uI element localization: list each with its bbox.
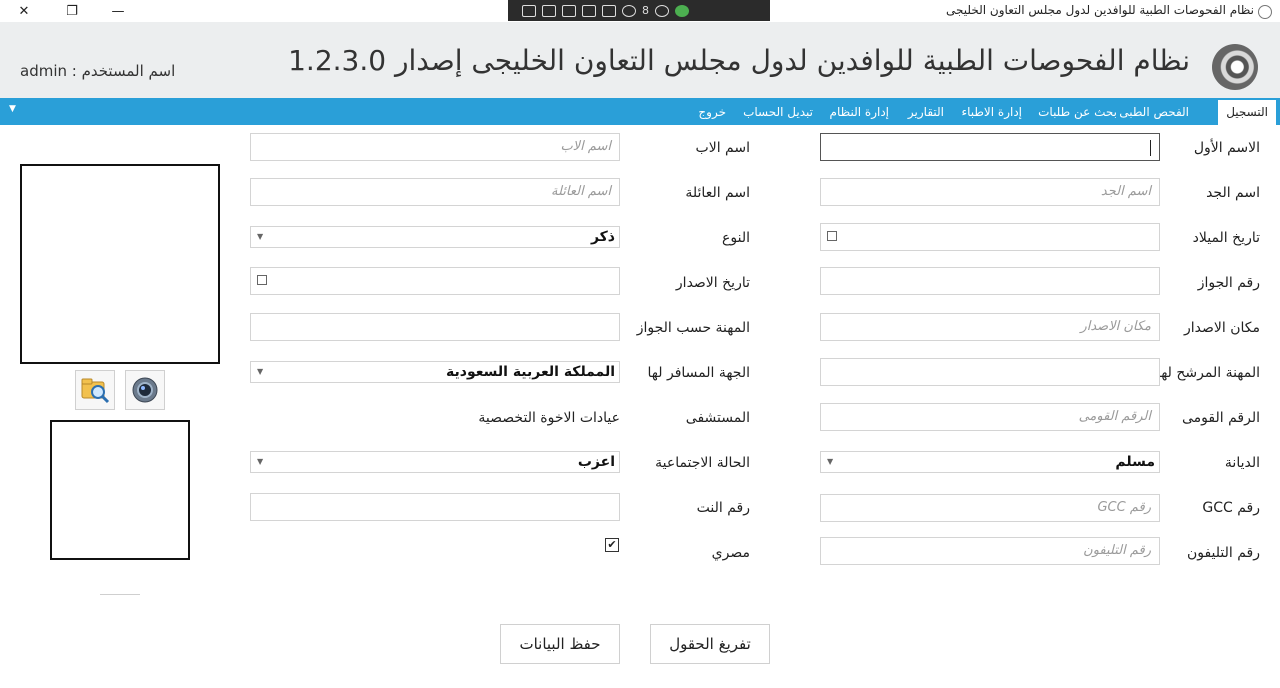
dropdown-arrow-icon: ▼ [257, 457, 264, 466]
destination-value: المملكة العربية السعودية [446, 364, 615, 380]
passport-no-label: رقم الجواز [1197, 275, 1260, 291]
marital-status-value: اعزب [577, 454, 615, 470]
net-no-input[interactable] [250, 493, 620, 521]
nominated-profession-label: المهنة المرشح لها [1156, 365, 1260, 381]
father-name-input[interactable]: اسم الاب [250, 133, 620, 161]
destination-select[interactable]: المملكة العربية السعودية ▼ [250, 361, 620, 383]
calendar-icon[interactable] [827, 231, 837, 241]
phone-input[interactable]: رقم التليفون [820, 537, 1160, 565]
menu-item-system-admin[interactable]: إدارة النظام [830, 105, 889, 119]
issue-date-input[interactable] [250, 267, 620, 295]
user-label: اسم المستخدم : admin [20, 62, 176, 80]
nominated-profession-input[interactable] [820, 358, 1160, 386]
dropdown-arrow-icon: ▼ [257, 367, 264, 376]
menu-item-medical-exam[interactable]: الفحص الطبى [1119, 105, 1189, 119]
hospital-value: عيادات الاخوة التخصصية [478, 410, 620, 426]
father-name-label: اسم الاب [695, 140, 750, 156]
video-icon[interactable] [542, 4, 556, 17]
system-toolstrip: 8 [508, 0, 770, 21]
chevron-left-icon[interactable] [695, 5, 703, 17]
gcc-no-label: رقم GCC [1202, 500, 1260, 516]
clear-fields-button[interactable]: تفريغ الحقول [650, 624, 770, 664]
divider-line [100, 594, 140, 595]
menu-collapse-icon[interactable]: ▼ [9, 104, 16, 114]
hospital-label: المستشفى [685, 410, 750, 426]
webcam-icon [132, 377, 158, 403]
religion-value: مسلم [1115, 454, 1155, 470]
menu-item-search-requests[interactable]: بحث عن طلبات [1038, 105, 1117, 119]
egyptian-label: مصري [711, 545, 750, 561]
close-window-button[interactable]: ✕ [4, 0, 44, 22]
religion-label: الديانة [1224, 455, 1260, 471]
dropdown-arrow-icon: ▼ [257, 232, 264, 241]
menu-item-doctors-admin[interactable]: إدارة الاطباء [961, 105, 1022, 119]
broadcast-icon[interactable] [622, 4, 636, 17]
grandfather-name-input[interactable]: اسم الجد [820, 178, 1160, 206]
minimize-icon: — [111, 3, 125, 19]
check-status-icon[interactable] [675, 4, 689, 17]
menu-item-registration[interactable]: التسجيل [1218, 100, 1276, 125]
passport-no-input[interactable] [820, 267, 1160, 295]
close-icon: ✕ [18, 3, 30, 19]
issue-date-label: تاريخ الاصدار [675, 275, 750, 291]
egyptian-checkbox[interactable]: ✔ [605, 538, 619, 552]
text-caret [1150, 140, 1151, 156]
select-icon[interactable] [602, 4, 616, 17]
save-data-button[interactable]: حفظ البيانات [500, 624, 620, 664]
app-logo [1212, 44, 1258, 90]
restore-icon: ❐ [66, 3, 78, 19]
menu-item-switch-account[interactable]: تبديل الحساب [743, 105, 813, 119]
camera-button[interactable] [125, 370, 165, 410]
destination-label: الجهة المسافر لها [647, 365, 750, 381]
fingerprint-box [50, 420, 190, 560]
first-name-label: الاسم الأول [1193, 140, 1260, 156]
family-name-label: اسم العائلة [685, 185, 750, 201]
accessibility-icon[interactable] [655, 4, 669, 17]
issue-place-input[interactable]: مكان الاصدار [820, 313, 1160, 341]
browse-photo-button[interactable] [75, 370, 115, 410]
family-name-input[interactable]: اسم العائلة [250, 178, 620, 206]
calendar-icon[interactable] [257, 275, 267, 285]
toolstrip-badge-count: 8 [642, 4, 649, 17]
gender-label: النوع [722, 230, 750, 246]
frame-icon[interactable] [582, 4, 596, 17]
marital-status-select[interactable]: اعزب ▼ [250, 451, 620, 473]
gender-select[interactable]: ذكر ▼ [250, 226, 620, 248]
religion-select[interactable]: مسلم ▼ [820, 451, 1160, 473]
birth-date-label: تاريخ الميلاد [1192, 230, 1260, 246]
gender-value: ذكر [590, 229, 615, 245]
screen-share-icon[interactable] [522, 4, 536, 17]
national-id-label: الرقم القومى [1182, 410, 1260, 426]
national-id-input[interactable]: الرقم القومى [820, 403, 1160, 431]
gcc-no-input[interactable]: رقم GCC [820, 494, 1160, 522]
grandfather-name-label: اسم الجد [1206, 185, 1260, 201]
menu-item-reports[interactable]: التقارير [908, 105, 944, 119]
restore-window-button[interactable]: ❐ [52, 0, 92, 22]
dropdown-arrow-icon: ▼ [827, 457, 834, 466]
phone-label: رقم التليفون [1186, 545, 1260, 561]
birth-date-input[interactable] [820, 223, 1160, 251]
folder-search-icon [81, 378, 110, 404]
marital-status-label: الحالة الاجتماعية [655, 455, 750, 471]
photo-box [20, 164, 220, 364]
passport-profession-label: المهنة حسب الجواز [636, 320, 750, 336]
issue-place-label: مكان الاصدار [1184, 320, 1260, 336]
minimize-window-button[interactable]: — [98, 0, 138, 22]
window-title: نظام الفحوصات الطبية للوافدين لدول مجلس … [946, 3, 1254, 17]
app-title: نظام الفحوصات الطبية للوافدين لدول مجلس … [288, 44, 1190, 77]
passport-profession-input[interactable] [250, 313, 620, 341]
first-name-input[interactable] [820, 133, 1160, 161]
net-no-label: رقم النت [696, 500, 750, 516]
menu-item-exit[interactable]: خروج [698, 105, 726, 119]
pointer-icon[interactable] [562, 4, 576, 17]
app-small-icon [1258, 5, 1272, 19]
